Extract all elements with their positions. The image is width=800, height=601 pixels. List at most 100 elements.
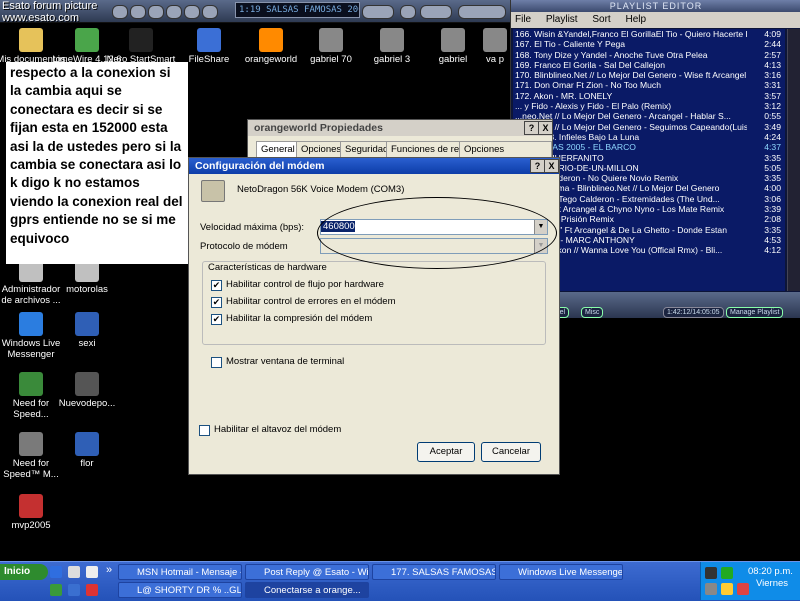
speaker-icon <box>75 372 99 396</box>
playlist-row[interactable]: 171. Don Omar Ft Zion - No Too Much 3:31 <box>513 80 785 90</box>
task-winamp[interactable]: 177. SALSAS FAMOSAS ... <box>372 564 496 580</box>
ie-icon[interactable] <box>68 566 80 578</box>
desktop-icon-label: gabriel 3 <box>373 54 411 65</box>
desktop-icon-label: mvp2005 <box>11 520 51 531</box>
messenger-icon[interactable] <box>68 584 80 596</box>
desktop-icon[interactable]: gabriel 70 <box>296 28 366 65</box>
media-icon[interactable] <box>86 584 98 596</box>
track-duration: 3:39 <box>764 204 781 215</box>
nfs-icon <box>19 372 43 396</box>
word-doc-icon <box>75 312 99 336</box>
chevron-right-icon[interactable]: » <box>106 564 112 576</box>
notepad-icon[interactable] <box>86 566 98 578</box>
task-hotmail[interactable]: MSN Hotmail - Mensaje - ... <box>118 564 242 580</box>
desktop-icon[interactable]: va p <box>480 28 510 65</box>
track-title: 167. El Tio - Caliente Y Pega <box>515 39 626 50</box>
stop-button[interactable] <box>166 5 182 19</box>
limewire-icon <box>75 28 99 52</box>
misc-button[interactable]: Misc <box>581 307 604 318</box>
desktop-icon[interactable]: gabriel <box>418 28 488 65</box>
task-chat[interactable]: L@ SHORTY DR % ..GLE... <box>118 582 242 598</box>
desktop-icon-label: sexi <box>78 338 96 349</box>
modem-name: NetoDragon 56K Voice Modem (COM3) <box>237 184 405 195</box>
tray-icon[interactable] <box>721 567 733 579</box>
track-duration: 5:05 <box>764 162 781 173</box>
network-icon[interactable] <box>705 567 717 579</box>
task-messenger[interactable]: Windows Live Messenger <box>499 564 623 580</box>
playlist-row[interactable]: 170. Blinblineo.Net // Lo Mejor Del Gene… <box>513 70 785 80</box>
security-icon[interactable] <box>721 583 733 595</box>
menu-playlist[interactable]: Playlist <box>546 14 578 25</box>
task-esato[interactable]: Post Reply @ Esato - Wi... <box>245 564 369 580</box>
speaker-label: Habilitar el altavoz del módem <box>214 424 342 435</box>
task-connect[interactable]: Conectarse a orange... <box>245 582 369 598</box>
eject-button[interactable] <box>202 5 218 19</box>
play-button[interactable] <box>130 5 146 19</box>
terminal-checkbox[interactable] <box>211 357 222 368</box>
tab-general[interactable]: General <box>256 141 300 157</box>
word-doc-icon <box>75 432 99 456</box>
playlist-row[interactable]: 167. El Tio - Caliente Y Pega 2:44 <box>513 39 785 49</box>
show-desktop-icon[interactable] <box>50 566 62 578</box>
desktop-icon[interactable]: flor <box>52 432 122 469</box>
playlist-scrollbar[interactable] <box>787 29 800 291</box>
menu-file[interactable]: File <box>515 14 531 25</box>
next-button[interactable] <box>184 5 200 19</box>
tab-opciones-avanzadas[interactable]: Opciones avanzadas <box>459 141 552 170</box>
start-button[interactable]: Inicio <box>0 564 48 580</box>
accept-button[interactable]: Aceptar <box>417 442 475 462</box>
cancel-button[interactable]: Cancelar <box>481 442 541 462</box>
track-title: 169. Franco El Gorila - Sal Del Callejon <box>515 59 665 70</box>
shuffle-button[interactable] <box>400 5 416 19</box>
error-control-checkbox[interactable]: ✔ <box>211 297 222 308</box>
track-duration: 3:49 <box>764 121 781 132</box>
playlist-row[interactable]: 169. Franco El Gorila - Sal Del Callejon… <box>513 60 785 70</box>
track-duration: 2:08 <box>764 214 781 225</box>
nfs-mw-icon <box>19 432 43 456</box>
compression-checkbox[interactable]: ✔ <box>211 314 222 325</box>
tab-opciones[interactable]: Opciones <box>296 141 347 157</box>
shortcut-icon <box>441 28 465 52</box>
track-duration: 3:06 <box>764 193 781 204</box>
balance-slider[interactable] <box>420 5 452 19</box>
seek-bar[interactable] <box>458 5 506 19</box>
pause-button[interactable] <box>148 5 164 19</box>
track-duration: 4:09 <box>764 29 781 39</box>
track-title: 166. Wisin &Yandel,Franco El GorillaEl T… <box>515 29 747 39</box>
playlist-row[interactable]: 172. Akon - MR. LONELY 3:57 <box>513 91 785 101</box>
volume-icon[interactable] <box>705 583 717 595</box>
playlist-row[interactable]: 168. Tony Dize y Yandel - Anoche Tuve Ot… <box>513 50 785 60</box>
desktop-icon[interactable]: Nuevodepo... <box>52 372 122 409</box>
playlist-row[interactable]: ...mar - 13. Infieles Bajo La Luna 4:24 <box>513 132 785 142</box>
shortcut-icon <box>259 28 283 52</box>
speaker-checkbox[interactable] <box>199 425 210 436</box>
playlist-row[interactable]: ...neo.Net // Lo Mejor Del Genero - Arca… <box>513 111 785 121</box>
menu-help[interactable]: Help <box>626 14 647 25</box>
manage-playlist-button[interactable]: Manage Playlist <box>726 307 784 318</box>
prev-button[interactable] <box>112 5 128 19</box>
nero-icon <box>129 28 153 52</box>
menu-sort[interactable]: Sort <box>592 14 610 25</box>
props-close-button[interactable]: X <box>538 121 553 135</box>
playlist-row[interactable]: 166. Wisin &Yandel,Franco El GorillaEl T… <box>513 29 785 39</box>
desktop-icon[interactable]: Nero StartSmart <box>106 28 176 65</box>
desktop-icon[interactable]: sexi <box>52 312 122 349</box>
desktop-icon[interactable]: FileShare <box>174 28 244 65</box>
desktop-icon[interactable]: mvp2005 <box>0 494 66 531</box>
desktop-icon-label: gabriel <box>438 54 468 65</box>
flow-control-checkbox[interactable]: ✔ <box>211 280 222 291</box>
modem-close-button[interactable]: X <box>544 159 559 173</box>
quicklaunch-icon[interactable] <box>50 584 62 596</box>
modem-help-button[interactable]: ? <box>530 159 545 173</box>
volume-slider[interactable] <box>362 5 394 19</box>
props-help-button[interactable]: ? <box>524 121 539 135</box>
playlist-row[interactable]: ...neo.Net // Lo Mejor Del Genero - Segu… <box>513 122 785 132</box>
messenger-icon <box>19 312 43 336</box>
clock-time: 08:20 p.m. <box>748 566 793 577</box>
desktop-icon[interactable]: gabriel 3 <box>357 28 427 65</box>
playlist-row[interactable]: ...FAMOSAS 2005 - EL BARCO 4:37 <box>513 142 785 152</box>
song-ticker: 1:19 SALSAS FAMOSAS 200 <box>235 2 360 18</box>
playlist-row[interactable]: ... y Fido - Alexis y Fido - El Palo (Re… <box>513 101 785 111</box>
tab-funciones-de-red[interactable]: Funciones de red <box>386 141 470 157</box>
compression-label: Habilitar la compresión del módem <box>226 313 373 324</box>
